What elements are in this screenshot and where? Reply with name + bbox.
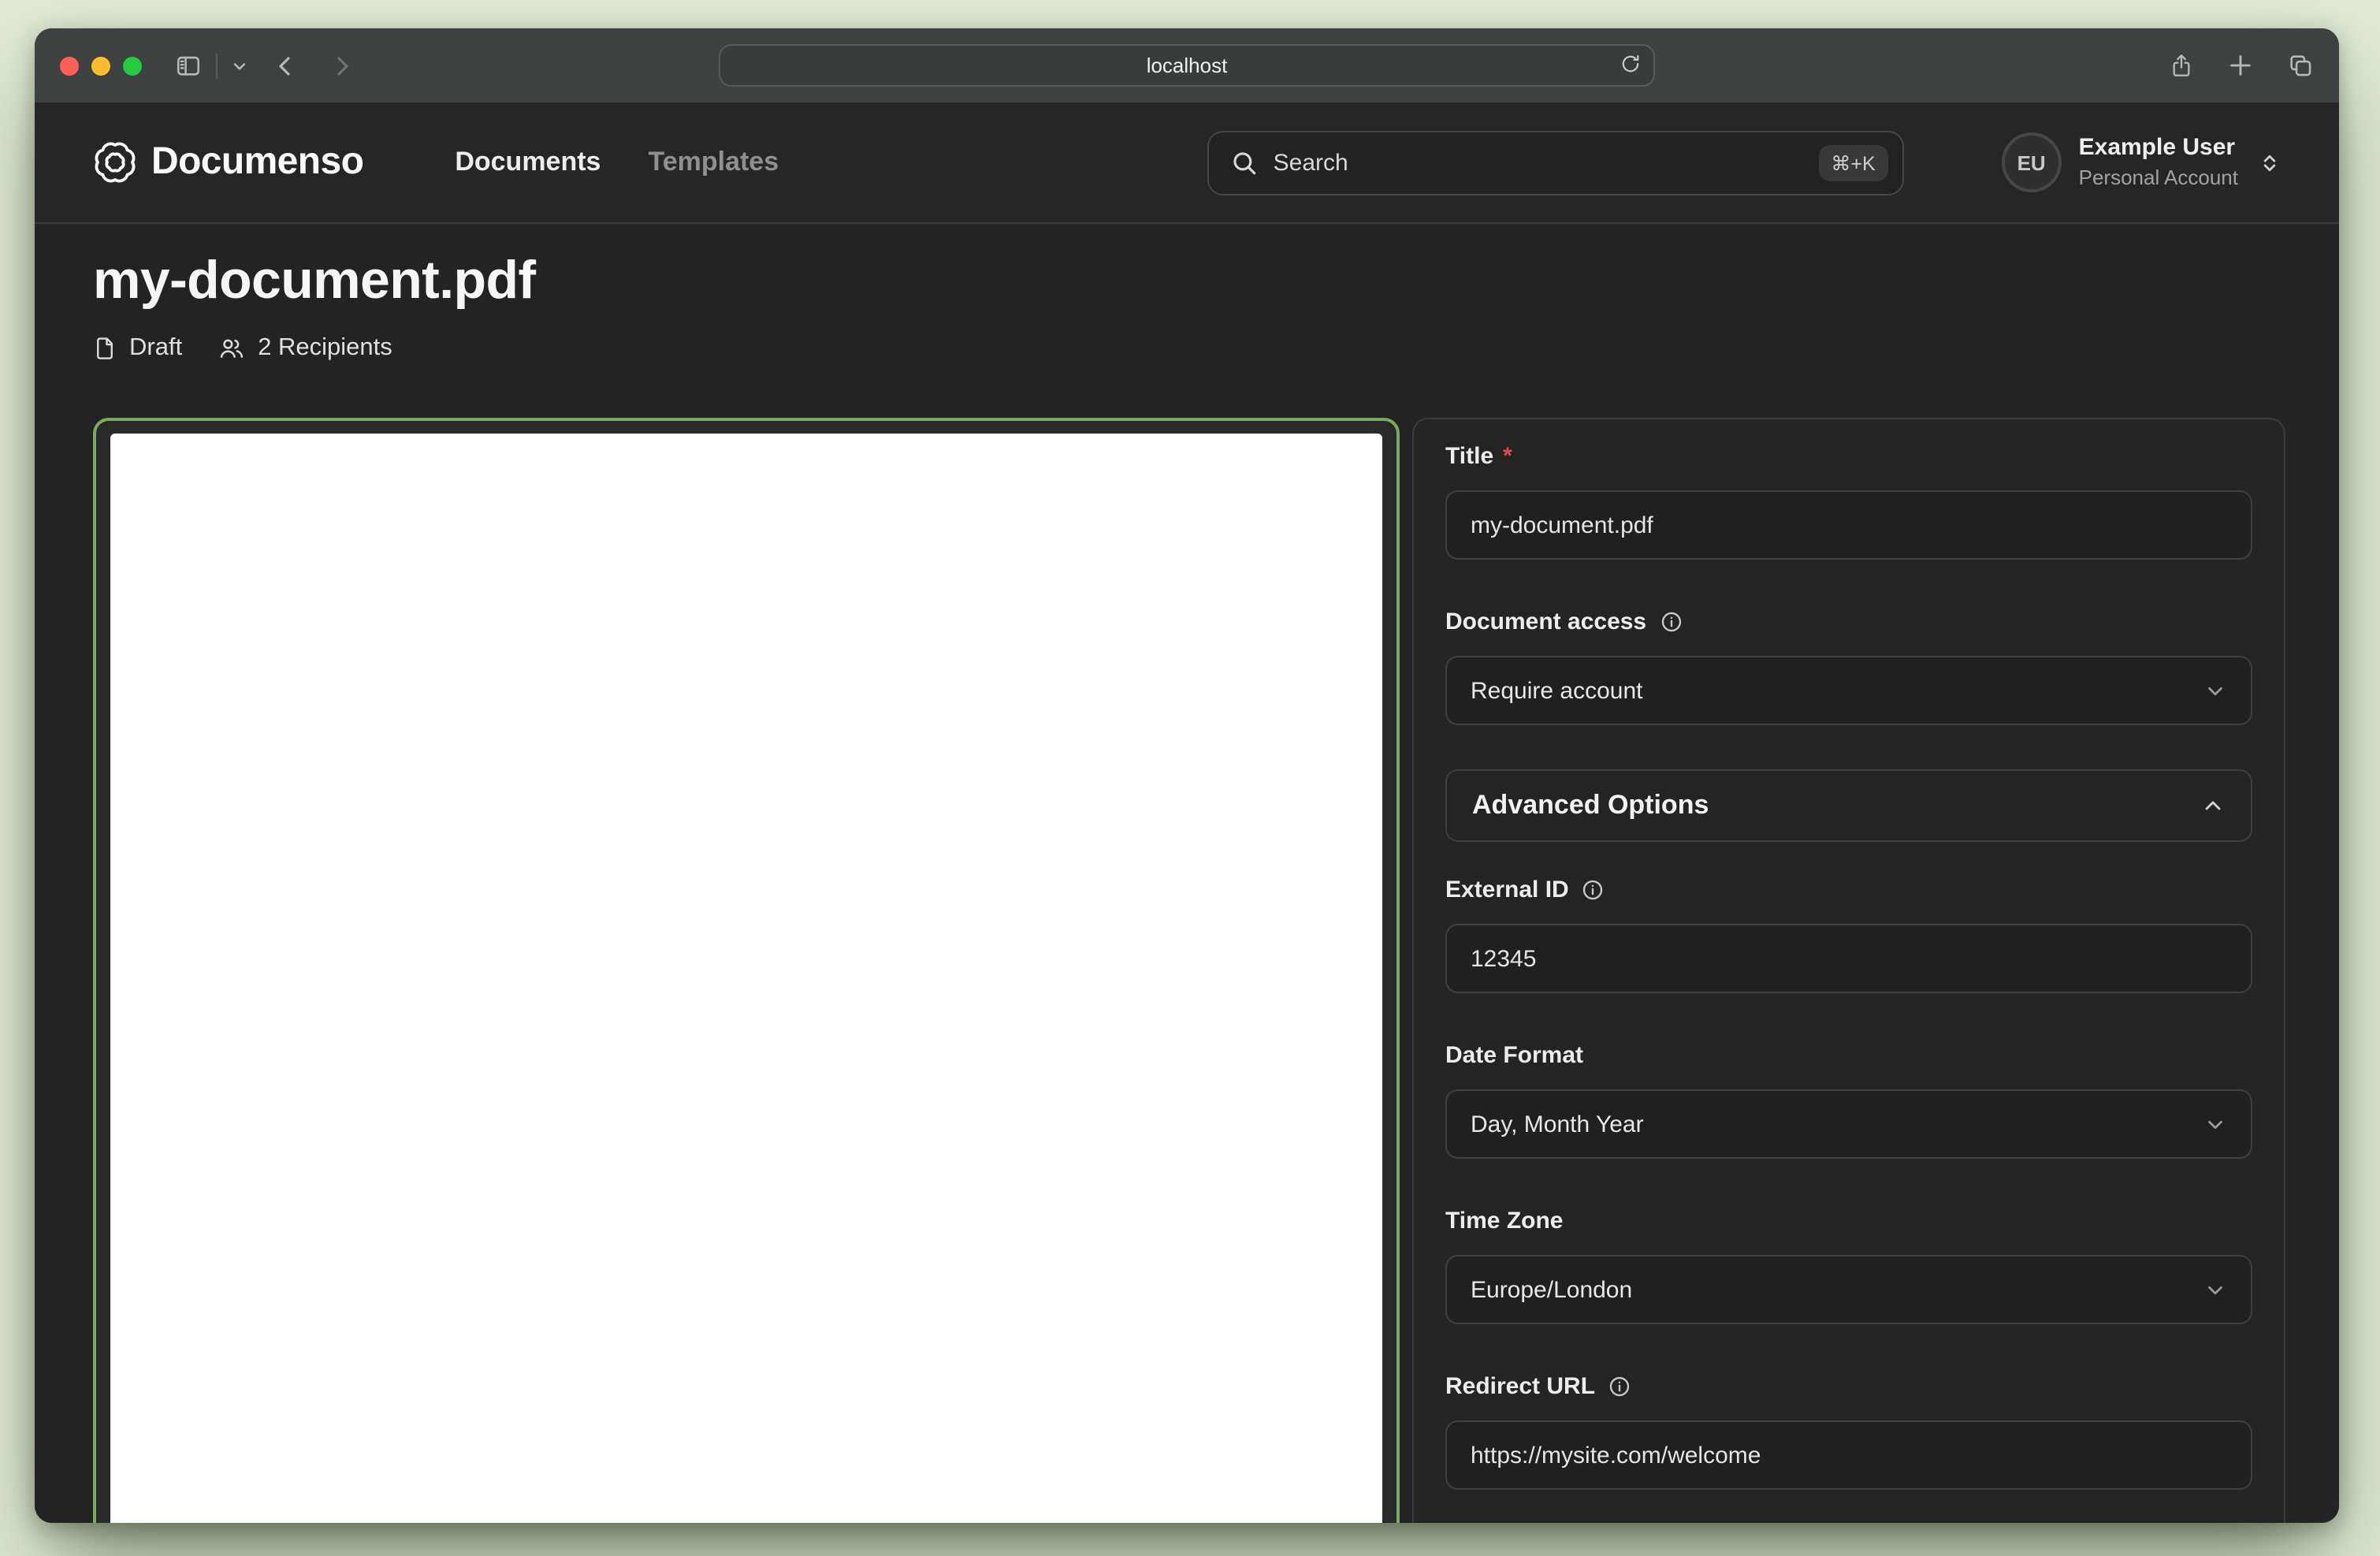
traffic-lights: [60, 56, 142, 75]
brand-logo[interactable]: Documenso: [93, 140, 363, 184]
toolbar-divider: [216, 53, 218, 78]
external-id-label-text: External ID: [1445, 877, 1569, 903]
nav-documents[interactable]: Documents: [455, 147, 601, 178]
nav-templates[interactable]: Templates: [648, 147, 779, 178]
required-asterisk: *: [1503, 443, 1512, 470]
time-zone-select[interactable]: Europe/London: [1445, 1255, 2252, 1324]
minimize-button[interactable]: [91, 56, 110, 75]
browser-window: localhost: [35, 28, 2339, 1523]
chevron-down-icon: [2203, 1278, 2227, 1301]
date-format-group: Date Format Day, Month Year: [1445, 1042, 2252, 1159]
search-icon: [1231, 149, 1258, 176]
account-type: Personal Account: [2079, 166, 2238, 192]
main-nav: Documents Templates: [455, 147, 779, 178]
toolbar-right-actions: [2169, 28, 2314, 102]
document-preview-card: [93, 418, 1400, 1523]
info-icon[interactable]: [1659, 610, 1683, 634]
tab-group-chevron-icon[interactable]: [232, 58, 247, 73]
chevrons-up-down-icon: [2259, 151, 2281, 174]
time-zone-group: Time Zone Europe/London: [1445, 1208, 2252, 1324]
tab-overview-icon[interactable]: [2287, 52, 2314, 79]
search-placeholder: Search: [1274, 149, 1348, 176]
advanced-options-toggle[interactable]: Advanced Options: [1445, 769, 2252, 842]
title-field-group: Title *: [1445, 443, 2252, 560]
pdf-page: [110, 434, 1382, 1523]
editor-columns: Title * Document access Require a: [93, 418, 2285, 1523]
close-button[interactable]: [60, 56, 79, 75]
document-access-select[interactable]: Require account: [1445, 656, 2252, 725]
file-icon: [93, 336, 117, 361]
account-name: Example User: [2079, 134, 2238, 164]
redirect-url-label: Redirect URL: [1445, 1373, 2252, 1400]
address-bar[interactable]: localhost: [719, 44, 1655, 87]
avatar: EU: [2002, 132, 2062, 192]
chevron-down-icon: [2203, 1112, 2227, 1136]
date-format-label-text: Date Format: [1445, 1042, 1583, 1069]
external-id-group: External ID: [1445, 877, 2252, 993]
page-title: my-document.pdf: [93, 251, 2285, 312]
time-zone-label-text: Time Zone: [1445, 1208, 1564, 1234]
document-access-label-text: Document access: [1445, 609, 1646, 635]
advanced-options-title: Advanced Options: [1472, 790, 1709, 821]
share-icon[interactable]: [2169, 52, 2194, 79]
sidebar-toggle-icon[interactable]: [175, 52, 202, 79]
new-tab-icon[interactable]: [2227, 52, 2254, 79]
document-access-label: Document access: [1445, 609, 2252, 635]
document-editor: my-document.pdf Draft 2 Recipients: [35, 224, 2339, 1523]
back-button[interactable]: [273, 53, 298, 78]
status-label: Draft: [129, 334, 182, 363]
users-icon: [217, 336, 245, 361]
date-format-value: Day, Month Year: [1471, 1111, 1644, 1137]
account-menu[interactable]: EU Example User Personal Account: [2002, 132, 2281, 192]
document-meta: Draft 2 Recipients: [93, 334, 2285, 363]
time-zone-label: Time Zone: [1445, 1208, 2252, 1234]
brand-wordmark: Documenso: [151, 140, 363, 184]
browser-toolbar: localhost: [35, 28, 2339, 102]
reload-icon[interactable]: [1620, 53, 1641, 78]
info-icon[interactable]: [1608, 1375, 1631, 1398]
app-header: Documenso Documents Templates Search ⌘+K…: [35, 102, 2339, 224]
status-badge: Draft: [93, 334, 182, 363]
redirect-url-label-text: Redirect URL: [1445, 1373, 1595, 1400]
settings-panel: Title * Document access Require a: [1412, 418, 2285, 1523]
desktop: localhost: [0, 0, 2380, 1556]
forward-button[interactable]: [329, 53, 355, 78]
info-icon[interactable]: [1582, 878, 1605, 902]
redirect-url-group: Redirect URL: [1445, 1373, 2252, 1490]
zoom-button[interactable]: [123, 56, 142, 75]
documenso-app: Documenso Documents Templates Search ⌘+K…: [35, 102, 2339, 1523]
chevron-up-icon: [2200, 793, 2226, 818]
title-label-text: Title: [1445, 443, 1493, 470]
date-format-label: Date Format: [1445, 1042, 2252, 1069]
document-access-value: Require account: [1471, 677, 1642, 704]
documenso-logo-icon: [93, 140, 137, 184]
time-zone-value: Europe/London: [1471, 1276, 1632, 1303]
account-text: Example User Personal Account: [2079, 134, 2238, 191]
external-id-input[interactable]: [1445, 924, 2252, 993]
redirect-url-input[interactable]: [1445, 1420, 2252, 1490]
date-format-select[interactable]: Day, Month Year: [1445, 1089, 2252, 1159]
external-id-label: External ID: [1445, 877, 2252, 903]
recipients-badge: 2 Recipients: [217, 334, 392, 363]
document-access-group: Document access Require account: [1445, 609, 2252, 725]
recipients-label: 2 Recipients: [258, 334, 392, 363]
search-shortcut-badge: ⌘+K: [1818, 144, 1887, 181]
search-input[interactable]: Search ⌘+K: [1207, 130, 1904, 195]
address-bar-url: localhost: [1147, 54, 1228, 77]
chevron-down-icon: [2203, 679, 2227, 702]
title-input[interactable]: [1445, 490, 2252, 560]
title-label: Title *: [1445, 443, 2252, 470]
